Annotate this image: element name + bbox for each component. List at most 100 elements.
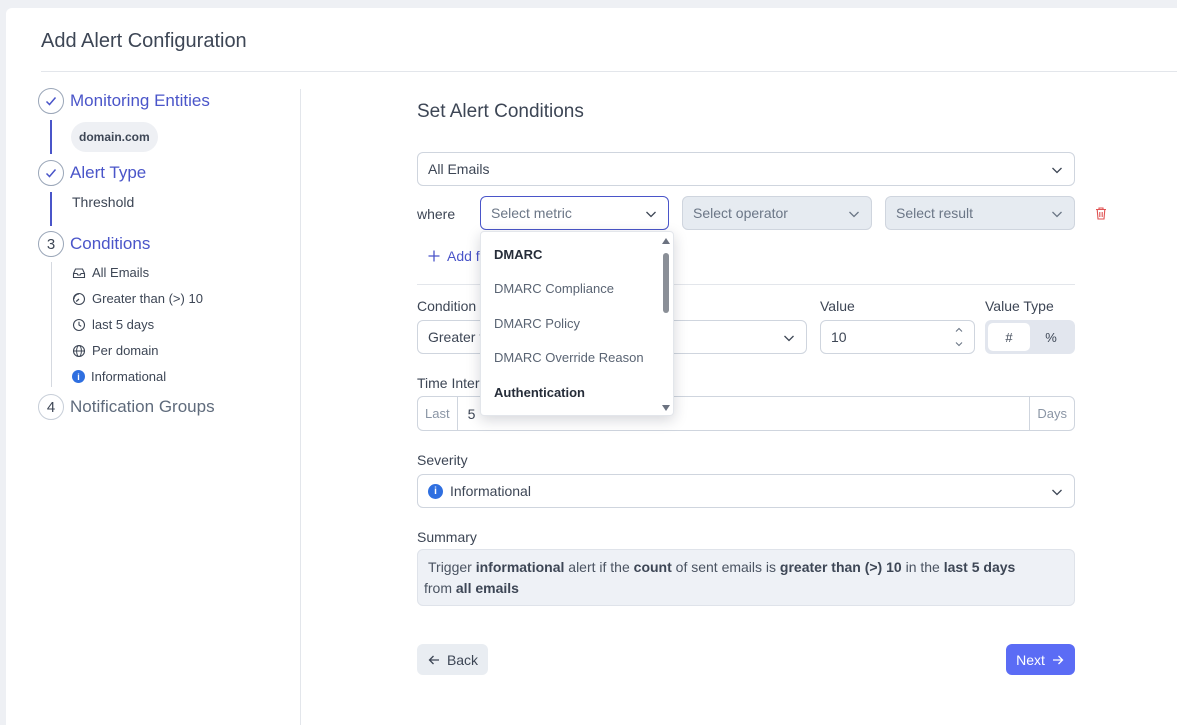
chevron-down-icon [784, 335, 794, 342]
operator-placeholder: Select operator [693, 205, 788, 221]
info-icon: i [428, 483, 443, 499]
summary-label: Summary [417, 529, 477, 545]
time-prefix: Last [418, 397, 458, 430]
summary-interval: last 5 days [943, 559, 1016, 575]
result-select[interactable]: Select result [885, 196, 1075, 230]
summary-condition: greater than (>) 10 [779, 559, 902, 575]
step-label: Notification Groups [70, 397, 215, 416]
value-type-label: Value Type [985, 298, 1054, 314]
severity-value: Informational [450, 483, 531, 499]
condition-summary-text: last 5 days [92, 317, 155, 332]
info-icon: i [72, 370, 85, 383]
step-label: Monitoring Entities [70, 91, 210, 110]
step-monitoring-entities[interactable]: Monitoring Entities [38, 88, 210, 114]
value-type-count[interactable]: # [988, 323, 1030, 351]
chevron-down-icon [1052, 489, 1062, 496]
summary-text: alert if the [564, 559, 634, 575]
number-stepper[interactable] [954, 325, 964, 349]
section-heading: Set Alert Conditions [417, 101, 584, 122]
dropdown-group-header: Authentication [494, 385, 585, 400]
summary-text: in the [901, 559, 944, 575]
condition-summary-item: last 5 days [72, 317, 154, 332]
time-suffix: Days [1029, 397, 1074, 430]
summary-text: of sent emails is [671, 559, 780, 575]
summary-severity: informational [475, 559, 565, 575]
severity-label: Severity [417, 452, 468, 468]
alert-type-value: Threshold [72, 194, 135, 210]
dropdown-option[interactable]: DMARC Policy [494, 316, 580, 331]
dropdown-option[interactable]: DMARC Compliance [494, 281, 614, 296]
summary-text: from [424, 580, 456, 596]
condition-summary-item: All Emails [72, 265, 149, 280]
condition-summary-text: Greater than (>) 10 [92, 291, 203, 306]
value-type-toggle[interactable]: # % [985, 320, 1075, 354]
step-alert-type[interactable]: Alert Type [38, 160, 146, 186]
metric-dropdown-menu[interactable]: DMARC DMARC Compliance DMARC Policy DMAR… [480, 231, 674, 416]
value-input[interactable]: 10 [820, 320, 975, 354]
summary-scope: all emails [455, 580, 519, 596]
back-label: Back [446, 651, 479, 668]
step-number: 4 [38, 394, 64, 420]
title-divider [41, 71, 1177, 72]
next-label: Next [1016, 651, 1045, 668]
summary-text: Trigger [428, 559, 476, 575]
arrow-right-icon [1052, 655, 1064, 664]
severity-select[interactable]: i Informational [417, 474, 1075, 508]
email-scope-select[interactable]: All Emails [417, 152, 1075, 186]
dropdown-option[interactable]: DMARC Override Reason [494, 350, 644, 365]
value-label: Value [820, 298, 855, 314]
check-icon [38, 160, 64, 186]
globe-icon [72, 344, 86, 357]
page-title: Add Alert Configuration [41, 30, 247, 52]
metric-select[interactable]: Select metric [480, 196, 669, 230]
step-connector [50, 192, 52, 226]
condition-value: Greater t [428, 329, 484, 345]
back-button[interactable]: Back [417, 644, 488, 675]
operator-select[interactable]: Select operator [682, 196, 872, 230]
value-text: 10 [831, 329, 847, 345]
value-type-percent[interactable]: % [1030, 323, 1072, 351]
scroll-up-icon[interactable] [662, 238, 670, 244]
add-filter-link[interactable]: Add f [427, 248, 480, 264]
chevron-down-icon [849, 211, 859, 218]
step-connector [50, 120, 52, 154]
step-notification-groups[interactable]: 4 Notification Groups [38, 394, 215, 420]
time-interval-label: Time Inter [417, 375, 480, 391]
step-conditions[interactable]: 3 Conditions [38, 231, 150, 257]
next-button[interactable]: Next [1006, 644, 1075, 675]
sidebar-divider [300, 89, 301, 725]
step-label: Conditions [70, 234, 151, 253]
inbox-icon [72, 267, 86, 278]
gauge-icon [72, 292, 86, 305]
result-placeholder: Select result [896, 205, 974, 221]
condition-summary-text: Per domain [92, 343, 159, 358]
chevron-up-icon[interactable] [954, 325, 964, 335]
plus-icon [428, 250, 440, 262]
metric-placeholder: Select metric [491, 205, 572, 221]
dropdown-scrollbar[interactable] [659, 232, 673, 415]
condition-summary-item: Per domain [72, 343, 158, 358]
step-connector [51, 262, 52, 387]
condition-label: Condition [417, 298, 477, 314]
clock-icon [72, 318, 86, 331]
chevron-down-icon [1052, 211, 1062, 218]
arrow-left-icon [428, 655, 439, 664]
scroll-down-icon[interactable] [662, 405, 670, 411]
condition-summary-item: Greater than (>) 10 [72, 291, 203, 306]
add-filter-label: Add f [447, 248, 480, 264]
chevron-down-icon [1052, 167, 1062, 174]
chevron-down-icon[interactable] [954, 339, 964, 349]
dropdown-group-header: DMARC [494, 247, 543, 262]
trash-icon[interactable] [1094, 206, 1108, 221]
scrollbar-thumb[interactable] [663, 253, 669, 313]
step-label: Alert Type [70, 163, 147, 182]
email-scope-value: All Emails [428, 161, 490, 177]
summary-metric: count [633, 559, 672, 575]
where-label: where [417, 206, 456, 222]
step-number: 3 [38, 231, 64, 257]
chevron-down-icon [646, 211, 656, 218]
entity-chip: domain.com [71, 122, 158, 152]
condition-summary-text: Informational [91, 369, 167, 384]
check-icon [38, 88, 64, 114]
summary-box: Trigger informational alert if the count… [417, 549, 1075, 606]
